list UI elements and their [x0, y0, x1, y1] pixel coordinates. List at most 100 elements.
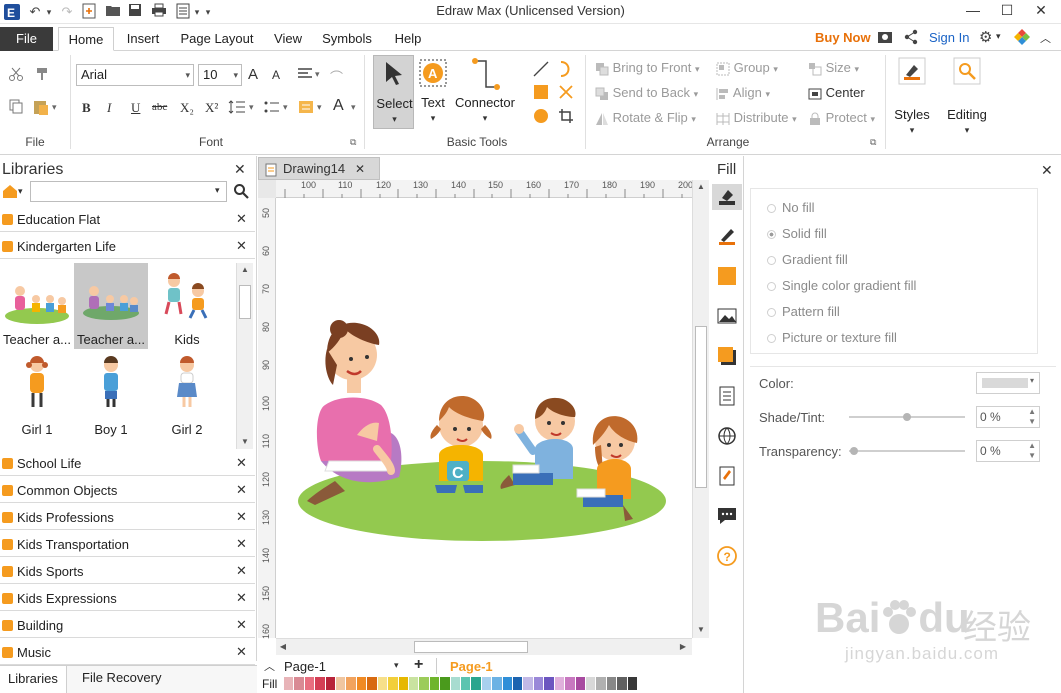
- shade-tint-input[interactable]: 0 % ▲ ▼: [976, 406, 1040, 428]
- search-icon[interactable]: [233, 183, 249, 202]
- font-color-icon[interactable]: A: [333, 97, 344, 115]
- color-swatch[interactable]: [513, 677, 523, 690]
- fill-option-single-color-gradient[interactable]: Single color gradient fill: [767, 278, 916, 293]
- line-tool-icon[interactable]: [532, 60, 550, 81]
- font-dialog-launcher-icon[interactable]: ⧉: [350, 137, 356, 148]
- color-swatch[interactable]: [284, 677, 294, 690]
- document-tab[interactable]: Drawing14 ✕: [258, 157, 380, 180]
- cut-icon[interactable]: [8, 66, 24, 85]
- crop-tool-icon[interactable]: [558, 108, 574, 127]
- color-swatch[interactable]: [408, 677, 419, 690]
- color-swatch[interactable]: [533, 677, 544, 690]
- fill-bucket-icon[interactable]: [717, 186, 737, 206]
- canvas-vertical-scrollbar[interactable]: ▲ ▼: [692, 180, 709, 638]
- shape-teacher-and-kids-1[interactable]: Teacher a...: [0, 263, 74, 349]
- color-swatch[interactable]: [304, 677, 315, 690]
- align-text-dropdown-icon[interactable]: ▾: [315, 69, 320, 80]
- scroll-up-icon[interactable]: ▲: [237, 263, 253, 277]
- transparency-slider-thumb[interactable]: [850, 447, 858, 455]
- group-button[interactable]: Group ▾: [716, 60, 778, 76]
- fill-option-solid-fill[interactable]: Solid fill: [767, 226, 827, 241]
- collapse-page-bar-icon[interactable]: ︿: [264, 658, 275, 674]
- color-swatch[interactable]: [429, 677, 440, 690]
- close-category-icon[interactable]: ✕: [236, 211, 247, 227]
- color-swatch[interactable]: [450, 677, 460, 690]
- close-category-icon[interactable]: ✕: [236, 455, 247, 471]
- color-swatch[interactable]: [294, 677, 304, 690]
- color-swatch[interactable]: [575, 677, 585, 690]
- add-page-button[interactable]: +: [414, 656, 423, 674]
- scroll-up-icon[interactable]: ▲: [693, 180, 709, 194]
- tab-libraries[interactable]: Libraries: [0, 666, 67, 693]
- transparency-slider[interactable]: [849, 450, 965, 452]
- share-icon[interactable]: [903, 29, 919, 48]
- settings-gear-icon[interactable]: ⚙: [979, 28, 992, 46]
- maximize-button[interactable]: ☐: [992, 0, 1022, 22]
- rotate-flip-button[interactable]: Rotate & Flip ▾: [595, 110, 696, 126]
- color-swatch[interactable]: [461, 677, 471, 690]
- page-properties-icon[interactable]: [717, 386, 737, 406]
- library-category-kids-professions[interactable]: Kids Professions ✕: [0, 506, 255, 530]
- help-icon[interactable]: ?: [717, 546, 737, 566]
- font-size-select[interactable]: 10 ▾: [198, 64, 242, 86]
- scroll-down-icon[interactable]: ▼: [693, 623, 709, 637]
- bring-to-front-button[interactable]: Bring to Front ▾: [595, 60, 700, 76]
- fill-option-no-fill[interactable]: No fill: [767, 200, 815, 215]
- arrange-dialog-launcher-icon[interactable]: ⧉: [870, 137, 876, 148]
- close-window-button[interactable]: ✕: [1026, 0, 1056, 22]
- globe-hyperlink-icon[interactable]: [717, 426, 737, 446]
- scroll-thumb[interactable]: [239, 285, 251, 319]
- color-swatch[interactable]: [398, 677, 408, 690]
- color-swatch[interactable]: [419, 677, 429, 690]
- text-style-icon[interactable]: ⌒: [330, 67, 343, 86]
- color-swatch[interactable]: [617, 677, 627, 690]
- subscript-button[interactable]: X₂: [180, 100, 194, 116]
- color-swatch[interactable]: [481, 677, 492, 690]
- library-search-input[interactable]: [30, 181, 227, 202]
- sign-in-link[interactable]: Sign In: [929, 30, 969, 45]
- paste-dropdown-icon[interactable]: ▾: [52, 102, 57, 113]
- select-tool-button[interactable]: Select ▾: [373, 55, 414, 129]
- scroll-left-icon[interactable]: ◀: [276, 639, 290, 655]
- color-swatch[interactable]: [596, 677, 606, 690]
- paste-icon[interactable]: [32, 98, 50, 119]
- text-highlight-icon[interactable]: [298, 99, 314, 118]
- drawing-canvas[interactable]: C: [277, 199, 692, 637]
- tab-view[interactable]: View: [268, 27, 308, 51]
- arc-tool-icon[interactable]: [558, 60, 574, 81]
- tab-file-recovery[interactable]: File Recovery: [82, 670, 161, 685]
- color-swatch[interactable]: [627, 677, 637, 690]
- library-search-dropdown-icon[interactable]: ▾: [215, 185, 220, 196]
- close-category-icon[interactable]: ✕: [236, 617, 247, 633]
- page-tab-active[interactable]: Page-1: [450, 659, 493, 674]
- close-category-icon[interactable]: ✕: [236, 590, 247, 606]
- library-category-school-life[interactable]: School Life ✕: [0, 452, 255, 476]
- library-category-education-flat[interactable]: Education Flat ✕: [0, 208, 255, 232]
- scroll-down-icon[interactable]: ▼: [237, 435, 253, 449]
- close-category-icon[interactable]: ✕: [236, 238, 247, 254]
- tab-page-layout[interactable]: Page Layout: [174, 27, 260, 51]
- color-swatch[interactable]: [523, 677, 533, 690]
- shape-girl-2[interactable]: Girl 2: [150, 353, 224, 439]
- distribute-button[interactable]: Distribute ▾: [716, 110, 797, 126]
- fill-option-picture-texture[interactable]: Picture or texture fill: [767, 330, 897, 345]
- cart-icon[interactable]: [877, 29, 893, 48]
- color-swatch[interactable]: [336, 677, 346, 690]
- close-category-icon[interactable]: ✕: [236, 563, 247, 579]
- tab-home[interactable]: Home: [58, 27, 114, 51]
- shadow-icon[interactable]: [717, 346, 737, 366]
- shape-kids[interactable]: Kids: [150, 263, 224, 349]
- fill-option-gradient-fill[interactable]: Gradient fill: [767, 252, 848, 267]
- font-name-select[interactable]: Arial ▾: [76, 64, 194, 86]
- size-button[interactable]: Size ▾: [808, 60, 859, 76]
- library-category-building[interactable]: Building ✕: [0, 614, 255, 638]
- color-swatch[interactable]: [367, 677, 377, 690]
- color-picker-dropdown[interactable]: ▾: [976, 372, 1040, 394]
- library-home-icon[interactable]: [2, 184, 18, 201]
- collapse-ribbon-icon[interactable]: ︿: [1040, 30, 1051, 46]
- close-category-icon[interactable]: ✕: [236, 644, 247, 660]
- shadow-square-icon[interactable]: [717, 266, 737, 286]
- shape-girl-1[interactable]: Girl 1: [0, 353, 74, 439]
- color-swatch[interactable]: [440, 677, 450, 690]
- library-category-kindergarten-life[interactable]: Kindergarten Life ✕: [0, 235, 255, 259]
